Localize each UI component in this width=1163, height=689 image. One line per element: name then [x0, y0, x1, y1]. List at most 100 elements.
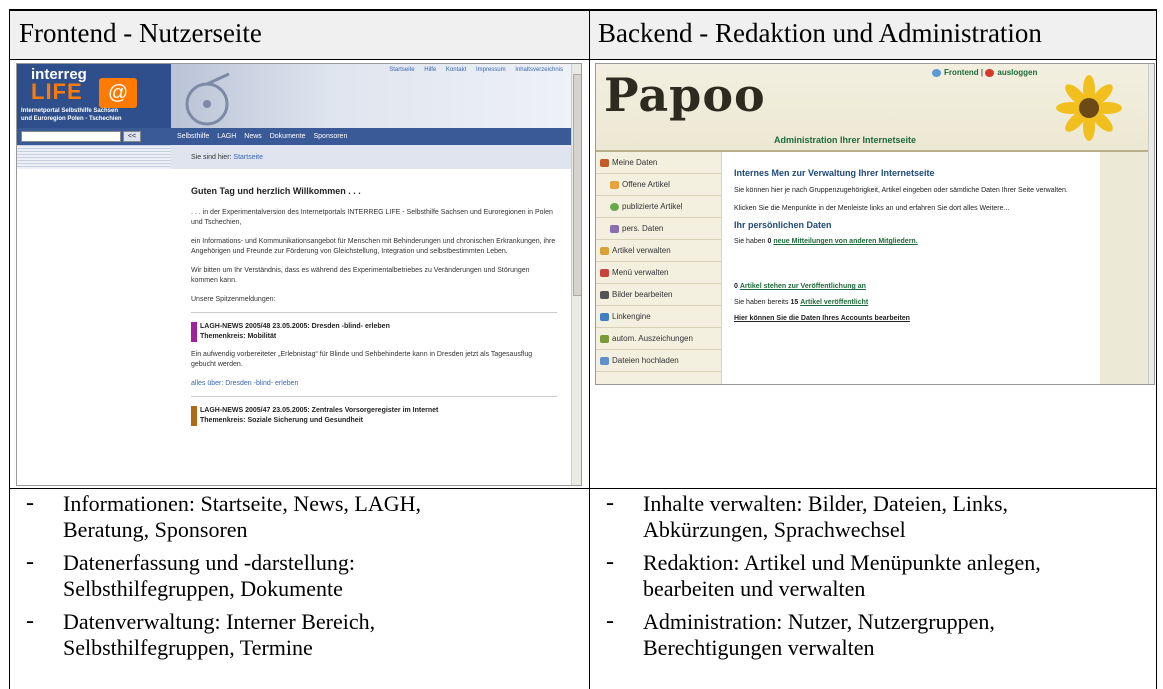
be-header: Papoo Administration Ihrer Internetseite… — [596, 64, 1148, 150]
be-pending-link[interactable]: Artikel stehen zur Veröffentlichung an — [740, 283, 866, 290]
rule-top — [9, 9, 1157, 11]
be-menu-pers-daten[interactable]: pers. Daten — [596, 218, 721, 240]
be-menu-meine-daten[interactable]: Meine Daten — [596, 152, 721, 174]
be-menu-linkengine[interactable]: Linkengine — [596, 306, 721, 328]
bullet-line1: Redaktion: Artikel und Menüpunkte anlege… — [643, 550, 1041, 575]
be-menu-auszeichungen[interactable]: autom. Auszeichungen — [596, 328, 721, 350]
upload-icon — [600, 356, 609, 365]
top-link-hilfe[interactable]: Hilfe — [424, 67, 436, 73]
breadcrumb-label: Sie sind hier: — [191, 154, 232, 161]
bullet-dash: - — [26, 549, 34, 575]
be-menu-label: Linkengine — [612, 312, 651, 321]
be-menu-label: autom. Auszeichungen — [612, 334, 693, 343]
top-link-startseite[interactable]: Startseite — [389, 67, 414, 73]
link-icon — [600, 312, 609, 321]
be-p1: Sie können hier je nach Gruppenzugehörig… — [734, 187, 1068, 194]
be-main: Internes Men zur Verwaltung Ihrer Intern… — [734, 168, 1094, 322]
nav-sponsoren[interactable]: Sponsoren — [313, 133, 347, 140]
rule-left — [9, 9, 10, 689]
news-item-1: LAGH-NEWS 2005/48 23.05.2005: Dresden -b… — [191, 322, 557, 342]
be-menu-label: Dateien hochladen — [612, 356, 679, 365]
bullet-line1: Inhalte verwalten: Bilder, Dateien, Link… — [643, 491, 1009, 516]
bullet-line1: Administration: Nutzer, Nutzergruppen, — [643, 609, 995, 634]
be-messages-line: Sie haben 0 neue Mitteilungen von andere… — [734, 238, 1094, 245]
rule-center — [589, 9, 590, 689]
nav-lagh[interactable]: LAGH — [217, 133, 236, 140]
news-1-link[interactable]: alles über: Dresden -blind- erleben — [191, 379, 557, 389]
be-menu-menue-verwalten[interactable]: Menü verwalten — [596, 262, 721, 284]
fe-search-button[interactable]: << — [123, 131, 141, 142]
fe-logo-sub1: Internetportal Selbsthilfe Sachsen — [21, 108, 119, 114]
bullet-dash: - — [26, 490, 34, 516]
be-menu-label: Meine Daten — [612, 158, 658, 167]
home-icon — [600, 158, 609, 167]
fe-scrollbar[interactable] — [571, 64, 581, 485]
fe-header-photo: Startseite Hilfe Kontakt Impressum Inhal… — [171, 64, 571, 128]
be-menu-offene-artikel[interactable]: Offene Artikel — [596, 174, 721, 196]
be-account-link[interactable]: Hier können Sie die Daten Ihres Accounts… — [734, 315, 1094, 322]
be-top-sep: | — [980, 68, 984, 77]
fe-search-input[interactable] — [21, 131, 121, 142]
fe-logo-block: interreg LIFE @ Internetportal Selbsthil… — [17, 64, 171, 128]
be-pub-link[interactable]: Artikel veröffentlicht — [800, 299, 868, 306]
fe-p1: . . . in der Experimentalversion des Int… — [191, 209, 553, 226]
be-menu-bilder-bearbeiten[interactable]: Bilder bearbeiten — [596, 284, 721, 306]
be-msg-count: 0 — [767, 238, 772, 245]
bullet-line1: Informationen: Startseite, News, LAGH, — [63, 491, 422, 516]
top-link-impressum[interactable]: Impressum — [476, 67, 506, 73]
be-pending-count: 0 — [734, 283, 738, 290]
globe-icon — [610, 202, 619, 211]
news-1-topic: Themenkreis: Mobilität — [200, 333, 277, 340]
fe-top-links: Startseite Hilfe Kontakt Impressum Inhal… — [389, 67, 563, 73]
news-1-text: Ein aufwendig vorbereiteter „Erlebnistag… — [191, 351, 533, 368]
col1-bullet-1: - Informationen: Startseite, News, LAGH,… — [26, 490, 581, 543]
menu-icon — [600, 268, 609, 277]
top-link-kontakt[interactable]: Kontakt — [446, 67, 466, 73]
be-menu-label: publizierte Artikel — [622, 202, 683, 211]
be-right-column — [1100, 152, 1148, 384]
col1-bullets: - Informationen: Startseite, News, LAGH,… — [26, 490, 581, 661]
document-icon — [610, 180, 619, 189]
news-1-title[interactable]: LAGH-NEWS 2005/48 23.05.2005: Dresden -b… — [200, 322, 557, 332]
image-icon — [600, 290, 609, 299]
be-msg-prefix: Sie haben — [734, 238, 766, 245]
be-menu-dateien-hochladen[interactable]: Dateien hochladen — [596, 350, 721, 372]
be-menu-label: pers. Daten — [622, 224, 664, 233]
col1-bullet-2: - Datenerfassung und -darstellung: Selbst… — [26, 549, 581, 602]
be-pending-line: 0 Artikel stehen zur Veröffentlichung an — [734, 283, 1094, 290]
be-menu-label: Offene Artikel — [622, 180, 670, 189]
nav-news[interactable]: News — [244, 133, 262, 140]
be-logout-link[interactable]: ausloggen — [997, 68, 1037, 77]
logout-icon — [985, 68, 995, 77]
be-heading2: Ihr persönlichen Daten — [734, 220, 832, 230]
bullet-line2: bearbeiten und verwalten — [643, 576, 866, 601]
bullet-line2: Selbsthilfegruppen, Termine — [63, 635, 313, 660]
be-published-line: Sie haben bereits 15 Artikel veröffentli… — [734, 299, 1094, 306]
fe-sidebar-stripes — [17, 145, 171, 169]
be-top-links: Frontend | ausloggen — [932, 68, 1037, 77]
nav-dokumente[interactable]: Dokumente — [270, 133, 306, 140]
col1-bullet-3: - Datenverwaltung: Interner Bereich, Selb… — [26, 608, 581, 661]
news-2-title[interactable]: LAGH-NEWS 2005/47 23.05.2005: Zentrales … — [200, 406, 557, 416]
frontend-screenshot: interreg LIFE @ Internetportal Selbsthil… — [16, 63, 582, 486]
fe-scrollbar-thumb[interactable] — [573, 74, 581, 296]
bullet-dash: - — [26, 608, 34, 634]
articles-icon — [600, 246, 609, 255]
fe-logo-sub2: und Euroregion Polen - Tschechien — [21, 116, 122, 122]
abc-icon — [600, 334, 609, 343]
be-frontend-link[interactable]: Frontend — [944, 68, 979, 77]
top-link-inhaltsverzeichnis[interactable]: Inhaltsverzeichnis — [515, 67, 563, 73]
be-msg-link[interactable]: neue Mitteilungen von anderen Mitglieder… — [773, 238, 917, 245]
fe-divider-1 — [191, 312, 557, 313]
frontend-icon — [932, 68, 941, 77]
be-menu-artikel-verwalten[interactable]: Artikel verwalten — [596, 240, 721, 262]
bullet-line2: Abkürzungen, Sprachwechsel — [643, 517, 906, 542]
fe-breadcrumb: Sie sind hier: Startseite — [191, 154, 263, 161]
breadcrumb-link[interactable]: Startseite — [233, 154, 263, 161]
wheelchair-image — [185, 72, 230, 126]
nav-selbsthilfe[interactable]: Selbsthilfe — [177, 133, 209, 140]
be-scrollbar[interactable] — [1148, 64, 1154, 384]
be-menu-publizierte-artikel[interactable]: publizierte Artikel — [596, 196, 721, 218]
fe-main-nav: Selbsthilfe LAGH News Dokumente Sponsore… — [177, 133, 347, 140]
be-p2: Klicken Sie die Menpunkte in der Menleis… — [734, 205, 1010, 212]
